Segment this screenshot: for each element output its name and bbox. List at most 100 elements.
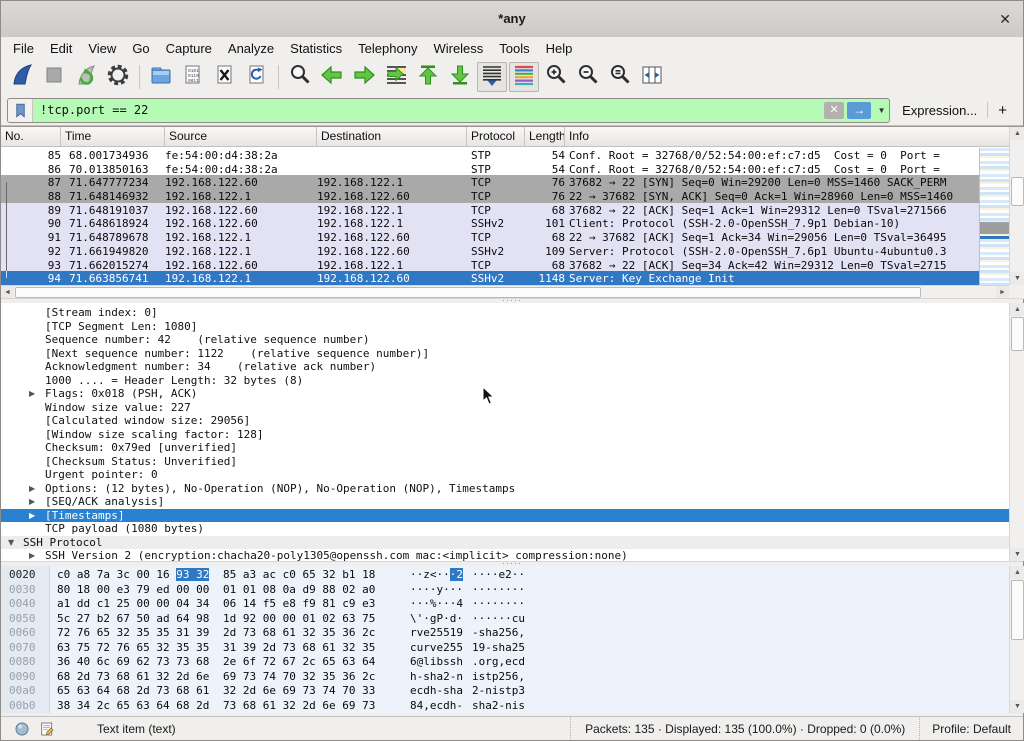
filter-clear-icon[interactable]: ✕ bbox=[824, 102, 844, 119]
hex-bytes-left[interactable]: 38 34 2c 65 63 64 68 2d bbox=[57, 699, 209, 714]
ascii-left[interactable]: ···%···4 bbox=[410, 597, 463, 612]
column-header-length[interactable]: Length bbox=[525, 127, 565, 146]
hex-bytes-right[interactable]: 2d 73 68 61 32 35 36 2c bbox=[223, 626, 375, 641]
detail-line-1[interactable]: [TCP Segment Len: 1080] bbox=[1, 320, 1023, 334]
detail-line-6[interactable]: ▶Flags: 0x018 (PSH, ACK) bbox=[1, 387, 1023, 401]
scrollbar-thumb[interactable] bbox=[1011, 177, 1024, 206]
hex-bytes-right[interactable]: 31 39 2d 73 68 61 32 35 bbox=[223, 641, 375, 656]
ascii-right[interactable]: ····e2·· bbox=[472, 568, 525, 583]
capture-comment-icon[interactable] bbox=[39, 721, 55, 737]
save-file-button[interactable]: 010101100011 bbox=[178, 62, 208, 92]
ascii-left[interactable]: curve255 bbox=[410, 641, 463, 656]
capture-options-button[interactable] bbox=[103, 62, 133, 92]
close-icon[interactable]: ✕ bbox=[999, 1, 1011, 37]
detail-vscrollbar[interactable]: ▲ ▼ bbox=[1009, 303, 1024, 561]
detail-line-4[interactable]: Acknowledgment number: 34 (relative ack … bbox=[1, 360, 1023, 374]
hex-bytes-right[interactable]: 73 68 61 32 2d 6e 69 73 bbox=[223, 699, 375, 714]
collapsed-arrow-icon[interactable]: ▶ bbox=[29, 549, 35, 561]
filter-value[interactable]: !tcp.port == 22 bbox=[33, 103, 824, 117]
packet-row-93[interactable]: 9371.662015274192.168.122.60192.168.122.… bbox=[1, 258, 979, 272]
packet-row-86[interactable]: 8670.013850163fe:54:00:d4:38:2aSTP54Conf… bbox=[1, 162, 979, 176]
hex-bytes-right[interactable]: 06 14 f5 e8 f9 81 c9 e3 bbox=[223, 597, 375, 612]
colorize-button[interactable] bbox=[509, 62, 539, 92]
menu-file[interactable]: File bbox=[5, 41, 42, 56]
display-filter-input[interactable]: !tcp.port == 22 ✕ → ▼ bbox=[7, 98, 890, 123]
menu-analyze[interactable]: Analyze bbox=[220, 41, 282, 56]
scroll-down-icon[interactable]: ▼ bbox=[1010, 700, 1024, 713]
menu-statistics[interactable]: Statistics bbox=[282, 41, 350, 56]
menu-telephony[interactable]: Telephony bbox=[350, 41, 425, 56]
menu-view[interactable]: View bbox=[80, 41, 124, 56]
menu-capture[interactable]: Capture bbox=[158, 41, 220, 56]
go-first-button[interactable] bbox=[413, 62, 443, 92]
find-packet-button[interactable] bbox=[285, 62, 315, 92]
hex-bytes-left[interactable]: 36 40 6c 69 62 73 73 68 bbox=[57, 655, 209, 670]
packet-row-88[interactable]: 8871.648146932192.168.122.1192.168.122.6… bbox=[1, 189, 979, 203]
zoom-in-button[interactable] bbox=[541, 62, 571, 92]
ascii-right[interactable]: istp256, bbox=[472, 670, 525, 685]
resize-columns-button[interactable] bbox=[637, 62, 667, 92]
detail-line-15[interactable]: ▶[Timestamps] bbox=[1, 509, 1023, 523]
ascii-left[interactable]: \'·gP·d· bbox=[410, 612, 463, 627]
stop-capture-button[interactable] bbox=[39, 62, 69, 92]
hex-bytes-left[interactable]: c0 a8 7a 3c 00 16 93 32 bbox=[57, 568, 209, 583]
collapsed-arrow-icon[interactable]: ▶ bbox=[29, 495, 35, 509]
detail-line-10[interactable]: Checksum: 0x79ed [unverified] bbox=[1, 441, 1023, 455]
ascii-right[interactable]: -sha256, bbox=[472, 626, 525, 641]
detail-line-11[interactable]: [Checksum Status: Unverified] bbox=[1, 455, 1023, 469]
detail-line-7[interactable]: Window size value: 227 bbox=[1, 401, 1023, 415]
collapsed-arrow-icon[interactable]: ▶ bbox=[29, 482, 35, 496]
ascii-left[interactable]: h-sha2-n bbox=[410, 670, 463, 685]
hex-bytes-left[interactable]: 72 76 65 32 35 35 31 39 bbox=[57, 626, 209, 641]
detail-line-12[interactable]: Urgent pointer: 0 bbox=[1, 468, 1023, 482]
column-header-destination[interactable]: Destination bbox=[317, 127, 467, 146]
scrollbar-thumb[interactable] bbox=[1011, 580, 1024, 640]
ascii-right[interactable]: sha2-nis bbox=[472, 699, 525, 714]
detail-line-8[interactable]: [Calculated window size: 29056] bbox=[1, 414, 1023, 428]
ascii-right[interactable]: ······cu bbox=[472, 612, 525, 627]
intelligent-scrollbar[interactable] bbox=[979, 148, 1009, 285]
filter-dropdown-icon[interactable]: ▼ bbox=[874, 106, 889, 115]
scroll-up-icon[interactable]: ▲ bbox=[1010, 303, 1024, 316]
scroll-up-icon[interactable]: ▲ bbox=[1010, 127, 1024, 140]
detail-line-0[interactable]: [Stream index: 0] bbox=[1, 306, 1023, 320]
hex-bytes-left[interactable]: 68 2d 73 68 61 32 2d 6e bbox=[57, 670, 209, 685]
hex-bytes-right[interactable]: 2e 6f 72 67 2c 65 63 64 bbox=[223, 655, 375, 670]
menu-tools[interactable]: Tools bbox=[491, 41, 537, 56]
menu-help[interactable]: Help bbox=[538, 41, 581, 56]
detail-line-13[interactable]: ▶Options: (12 bytes), No-Operation (NOP)… bbox=[1, 482, 1023, 496]
packet-row-85[interactable]: 8568.001734936fe:54:00:d4:38:2aSTP54Conf… bbox=[1, 148, 979, 162]
go-forward-button[interactable] bbox=[349, 62, 379, 92]
ascii-left[interactable]: 6@libssh bbox=[410, 655, 463, 670]
column-header-time[interactable]: Time bbox=[61, 127, 165, 146]
zoom-reset-button[interactable] bbox=[605, 62, 635, 92]
column-header-info[interactable]: Info bbox=[565, 127, 1009, 146]
detail-line-16[interactable]: TCP payload (1080 bytes) bbox=[1, 522, 1023, 536]
zoom-out-button[interactable] bbox=[573, 62, 603, 92]
packet-row-92[interactable]: 9271.661949820192.168.122.1192.168.122.6… bbox=[1, 244, 979, 258]
filter-bookmark-icon[interactable] bbox=[8, 99, 33, 122]
status-profile[interactable]: Profile: Default bbox=[919, 717, 1023, 740]
menu-go[interactable]: Go bbox=[124, 41, 157, 56]
detail-line-2[interactable]: Sequence number: 42 (relative sequence n… bbox=[1, 333, 1023, 347]
add-filter-button[interactable]: + bbox=[998, 102, 1007, 119]
hex-bytes-right[interactable]: 85 a3 ac c0 65 32 b1 18 bbox=[223, 568, 375, 583]
ascii-left[interactable]: ····y··· bbox=[410, 583, 463, 598]
column-header-protocol[interactable]: Protocol bbox=[467, 127, 525, 146]
detail-line-3[interactable]: [Next sequence number: 1122 (relative se… bbox=[1, 347, 1023, 361]
packet-row-90[interactable]: 9071.648618924192.168.122.60192.168.122.… bbox=[1, 216, 979, 230]
ascii-left[interactable]: ecdh-sha bbox=[410, 684, 463, 699]
hex-bytes-right[interactable]: 32 2d 6e 69 73 74 70 33 bbox=[223, 684, 375, 699]
menu-wireless[interactable]: Wireless bbox=[425, 41, 491, 56]
hex-vscrollbar[interactable]: ▲ ▼ bbox=[1009, 566, 1024, 713]
packet-row-89[interactable]: 8971.648191037192.168.122.60192.168.122.… bbox=[1, 203, 979, 217]
hex-bytes-left[interactable]: 5c 27 b2 67 50 ad 64 98 bbox=[57, 612, 209, 627]
ascii-right[interactable]: ········ bbox=[472, 597, 525, 612]
hex-bytes-right[interactable]: 1d 92 00 00 01 02 63 75 bbox=[223, 612, 375, 627]
hex-bytes-left[interactable]: 80 18 00 e3 79 ed 00 00 bbox=[57, 583, 209, 598]
ascii-right[interactable]: 2-nistp3 bbox=[472, 684, 525, 699]
hex-bytes-left[interactable]: a1 dd c1 25 00 00 04 34 bbox=[57, 597, 209, 612]
collapsed-arrow-icon[interactable]: ▶ bbox=[29, 387, 35, 401]
scroll-up-icon[interactable]: ▲ bbox=[1010, 566, 1024, 579]
auto-scroll-button[interactable] bbox=[477, 62, 507, 92]
